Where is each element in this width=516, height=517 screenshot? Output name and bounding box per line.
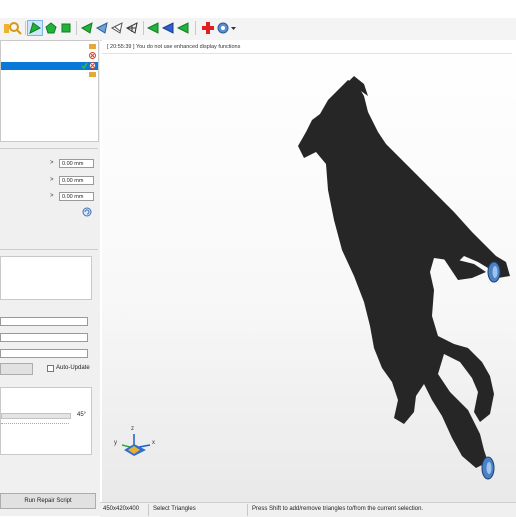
axis-x-label: x: [152, 440, 155, 446]
status-hint: Press Shift to add/remove triangles to/f…: [252, 506, 424, 512]
shade-icon-2[interactable]: [95, 21, 109, 35]
search-icon[interactable]: [8, 21, 22, 35]
angle-settings-box: 45°: [0, 387, 92, 455]
select-surface-icon[interactable]: [44, 21, 58, 35]
select-triangle-icon[interactable]: [27, 20, 43, 36]
nav-left-icon[interactable]: [146, 21, 160, 35]
status-dimensions: 450x420x400: [103, 506, 140, 512]
z-field-arrow-icon[interactable]: >: [50, 193, 54, 199]
close-circle-icon[interactable]: [89, 62, 96, 71]
status-bar: 450x420x400 Select Triangles Press Shift…: [100, 502, 516, 517]
script-input-1[interactable]: [0, 317, 88, 326]
shade-icon-3[interactable]: [110, 21, 124, 35]
z-offset-field[interactable]: 0.00 mm: [59, 192, 94, 201]
status-mode: Select Triangles: [153, 506, 196, 512]
close-circle-icon[interactable]: [89, 52, 96, 61]
info-text-area: [0, 256, 92, 300]
script-input-2[interactable]: [0, 333, 88, 342]
x-field-arrow-icon[interactable]: >: [50, 160, 54, 166]
parts-tree: [0, 40, 99, 142]
select-shell-icon[interactable]: [59, 21, 73, 35]
folder-open-icon[interactable]: [89, 71, 96, 79]
main-toolbar: [0, 18, 516, 41]
run-repair-script-button[interactable]: Run Repair Script: [0, 493, 96, 509]
axis-z-label: z: [131, 426, 134, 432]
auto-update-checkbox[interactable]: [47, 365, 54, 372]
3d-viewport[interactable]: [ 20:55:39 ] You do not use enhanced dis…: [102, 40, 516, 502]
shade-icon-1[interactable]: [80, 21, 94, 35]
axis-y-label: y: [114, 440, 117, 446]
auto-update-label: Auto-Update: [56, 365, 90, 371]
help-icon[interactable]: [217, 21, 237, 35]
angle-slider-value: 45°: [77, 412, 87, 418]
update-button[interactable]: [0, 363, 33, 375]
nav-right-icon[interactable]: [176, 21, 190, 35]
y-field-arrow-icon[interactable]: >: [50, 177, 54, 183]
axis-gizmo-icon: [121, 434, 151, 456]
dog-model[interactable]: [102, 40, 516, 502]
checkmark-icon[interactable]: [81, 62, 88, 71]
nav-down-icon[interactable]: [161, 21, 175, 35]
refresh-icon[interactable]: [82, 207, 92, 219]
x-offset-field[interactable]: 0.00 mm: [59, 159, 94, 168]
angle-slider[interactable]: [1, 413, 71, 419]
script-input-3[interactable]: [0, 349, 88, 358]
left-panel: > 0.00 mm > 0.00 mm > 0.00 mm Auto-Updat…: [0, 40, 100, 516]
y-offset-field[interactable]: 0.00 mm: [59, 176, 94, 185]
add-red-cross-icon[interactable]: [201, 21, 215, 35]
shade-icon-4[interactable]: [125, 21, 139, 35]
folder-open-icon[interactable]: [89, 43, 96, 51]
